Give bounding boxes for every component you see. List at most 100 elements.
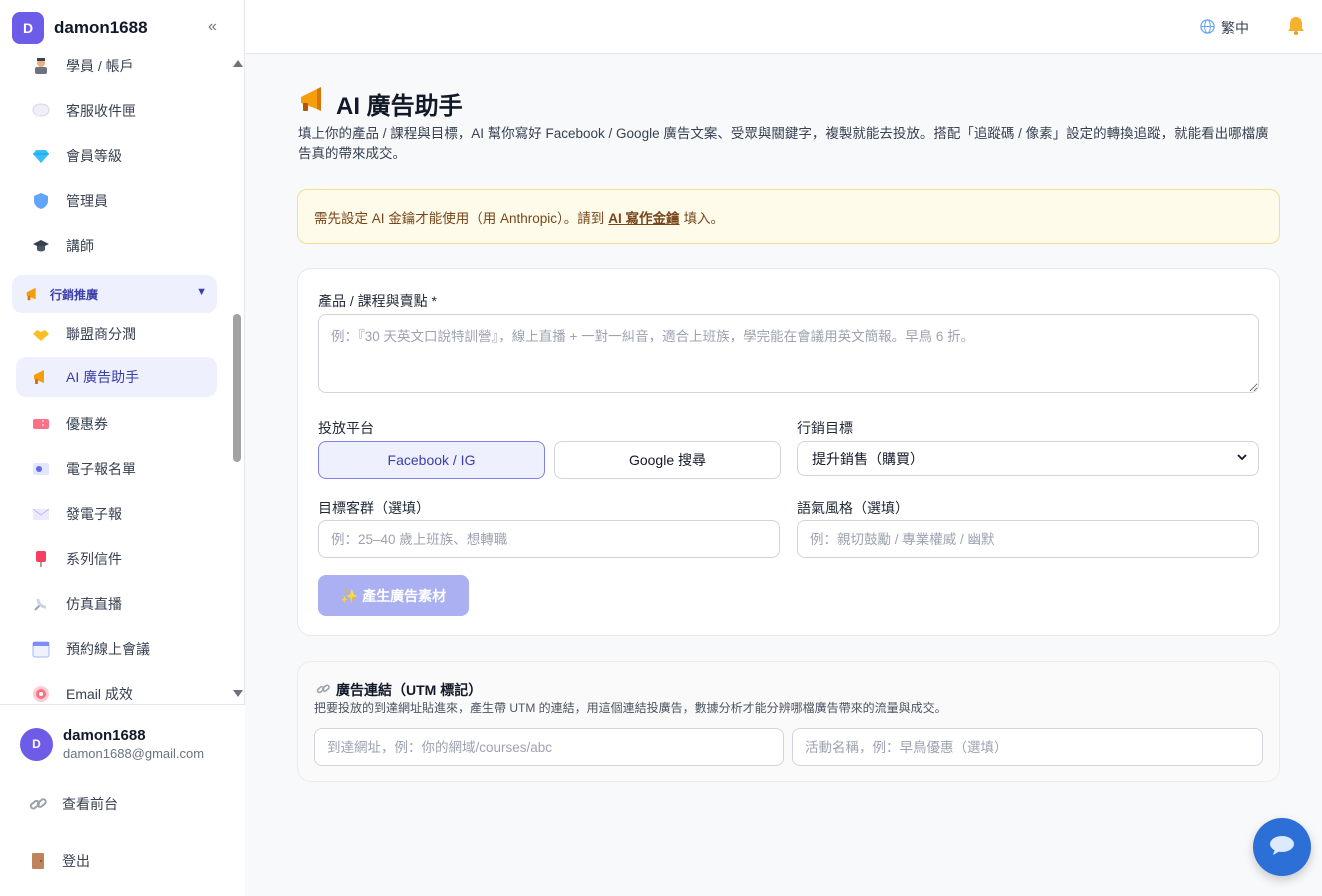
sidebar-item-affiliates[interactable]: 聯盟商分潤 bbox=[16, 314, 217, 354]
audience-input[interactable] bbox=[318, 520, 780, 558]
student-icon bbox=[32, 57, 50, 75]
platform-facebook-button[interactable]: Facebook / IG bbox=[318, 441, 545, 479]
sidebar-item-label: 優惠券 bbox=[66, 416, 108, 432]
chat-support-button[interactable] bbox=[1253, 818, 1311, 876]
brand-name: damon1688 bbox=[54, 18, 148, 37]
sidebar-item-label: 系列信件 bbox=[66, 551, 122, 567]
logout-label: 登出 bbox=[62, 853, 90, 869]
sidebar-item-membership[interactable]: 會員等級 bbox=[16, 136, 217, 176]
scrollbar-thumb[interactable] bbox=[233, 314, 241, 462]
sidebar-item-admins[interactable]: 管理員 bbox=[16, 181, 217, 221]
sidebar-item-label: 電子報名單 bbox=[66, 461, 136, 477]
sidebar-item-label: 客服收件匣 bbox=[66, 103, 136, 119]
goal-label: 行銷目標 bbox=[797, 420, 853, 436]
ticket-icon bbox=[32, 415, 50, 433]
language-switcher[interactable]: 繁中 bbox=[1200, 18, 1249, 38]
sidebar-scrollbar[interactable] bbox=[230, 58, 244, 703]
logout-link[interactable]: 登出 bbox=[28, 851, 90, 871]
topbar: 繁中 bbox=[245, 0, 1322, 54]
audience-label: 目標客群（選填） bbox=[318, 500, 430, 516]
sidebar-item-instructors[interactable]: 講師 bbox=[16, 226, 217, 266]
sidebar-item-label: 聯盟商分潤 bbox=[66, 326, 136, 342]
id-card-icon bbox=[32, 460, 50, 478]
sidebar-item-email-series[interactable]: 系列信件 bbox=[16, 539, 217, 579]
sidebar-item-email-performance[interactable]: Email 成效 bbox=[16, 674, 217, 704]
view-frontend-label: 查看前台 bbox=[62, 796, 118, 812]
tone-input[interactable] bbox=[797, 520, 1259, 558]
door-icon bbox=[28, 852, 48, 870]
user-profile[interactable]: D damon1688 damon1688@gmail.com bbox=[20, 727, 204, 761]
sidebar-section-marketing[interactable]: 行銷推廣 ▼ bbox=[12, 275, 217, 313]
satellite-icon bbox=[32, 595, 50, 613]
sidebar-item-send-newsletter[interactable]: 發電子報 bbox=[16, 494, 217, 534]
link-icon bbox=[316, 682, 330, 699]
shield-icon bbox=[32, 192, 50, 210]
megaphone-icon bbox=[24, 285, 42, 303]
ai-key-settings-link[interactable]: AI 寫作金鑰 bbox=[608, 207, 679, 227]
goal-selected-value: 提升銷售（購買） bbox=[812, 450, 924, 467]
sidebar: D damon1688 « 學員 / 帳戶 客服收件匣 會員等級 管理員 講師 … bbox=[0, 0, 245, 896]
link-icon bbox=[28, 795, 48, 813]
user-email: damon1688@gmail.com bbox=[63, 746, 205, 761]
utm-link-section: 廣告連結（UTM 標記） 把要投放的到達網址貼進來，產生帶 UTM 的連結，用這… bbox=[297, 661, 1280, 782]
generate-ads-button[interactable]: ✨ 產生廣告素材 bbox=[318, 575, 469, 616]
target-icon bbox=[32, 685, 50, 703]
sidebar-item-ai-ads[interactable]: AI 廣告助手 bbox=[16, 357, 217, 397]
sidebar-item-students[interactable]: 學員 / 帳戶 bbox=[16, 46, 217, 86]
page-description: 填上你的產品 / 課程與目標，AI 幫你寫好 Facebook / Google… bbox=[298, 126, 1269, 161]
sidebar-item-label: 會員等級 bbox=[66, 148, 122, 164]
bell-icon[interactable] bbox=[1286, 15, 1306, 40]
view-frontend-link[interactable]: 查看前台 bbox=[28, 794, 118, 814]
sidebar-item-label: 仿真直播 bbox=[66, 596, 122, 612]
sidebar-item-label: 管理員 bbox=[66, 193, 108, 209]
handshake-icon bbox=[32, 325, 50, 343]
utm-description: 把要投放的到達網址貼進來，產生帶 UTM 的連結，用這個連結投廣告，數據分析才能… bbox=[314, 701, 947, 715]
sidebar-nav: 學員 / 帳戶 客服收件匣 會員等級 管理員 講師 行銷推廣 ▼ 聯盟商分潤 A… bbox=[0, 44, 230, 704]
alert-text-prefix: 需先設定 AI 金鑰才能使用（用 Anthropic）。請到 bbox=[314, 210, 605, 226]
sidebar-item-label: 預約線上會議 bbox=[66, 641, 150, 657]
brand-avatar: D bbox=[12, 12, 44, 44]
calendar-icon bbox=[32, 640, 50, 658]
campaign-name-input[interactable] bbox=[792, 728, 1263, 766]
sidebar-item-simulated-live[interactable]: 仿真直播 bbox=[16, 584, 217, 624]
sidebar-item-label: 講師 bbox=[66, 238, 94, 254]
envelope-icon bbox=[32, 505, 50, 523]
sidebar-footer: D damon1688 damon1688@gmail.com 查看前台 登出 bbox=[0, 704, 245, 896]
sidebar-section-label: 行銷推廣 bbox=[50, 287, 99, 302]
platform-google-button[interactable]: Google 搜尋 bbox=[554, 441, 781, 479]
product-label: 產品 / 課程與賣點 * bbox=[318, 293, 438, 309]
collapse-sidebar-button[interactable]: « bbox=[208, 18, 217, 36]
chevron-down-icon: ▼ bbox=[196, 286, 207, 298]
user-name: damon1688 bbox=[63, 727, 146, 744]
platform-label: 投放平台 bbox=[318, 420, 374, 436]
page-title-text: AI 廣告助手 bbox=[336, 93, 463, 120]
landing-url-input[interactable] bbox=[314, 728, 784, 766]
megaphone-icon bbox=[32, 368, 50, 386]
avatar: D bbox=[20, 727, 53, 761]
tone-label: 語氣風格（選填） bbox=[797, 500, 909, 516]
alert-text-suffix: 填入。 bbox=[683, 210, 725, 226]
globe-icon bbox=[1200, 18, 1215, 38]
sidebar-item-label: 發電子報 bbox=[66, 506, 122, 522]
megaphone-icon bbox=[298, 87, 326, 120]
mailbox-icon bbox=[32, 550, 50, 568]
sidebar-item-support-inbox[interactable]: 客服收件匣 bbox=[16, 91, 217, 131]
graduation-cap-icon bbox=[32, 237, 50, 255]
scroll-up-arrow-icon[interactable] bbox=[233, 60, 243, 67]
sidebar-item-coupons[interactable]: 優惠券 bbox=[16, 404, 217, 444]
sidebar-item-label: 學員 / 帳戶 bbox=[66, 58, 134, 74]
goal-select[interactable]: 提升銷售（購買） bbox=[797, 441, 1259, 476]
page-title: AI 廣告助手 bbox=[298, 86, 463, 121]
sidebar-item-label: Email 成效 bbox=[66, 686, 133, 702]
utm-title-text: 廣告連結（UTM 標記） bbox=[336, 682, 483, 698]
chevron-down-icon bbox=[1236, 451, 1248, 466]
chat-bubble-icon bbox=[1269, 834, 1295, 861]
sidebar-item-newsletter-list[interactable]: 電子報名單 bbox=[16, 449, 217, 489]
api-key-alert: 需先設定 AI 金鑰才能使用（用 Anthropic）。請到 AI 寫作金鑰 填… bbox=[297, 189, 1280, 244]
product-textarea[interactable] bbox=[318, 314, 1259, 393]
scroll-down-arrow-icon[interactable] bbox=[233, 690, 243, 697]
sidebar-item-label: AI 廣告助手 bbox=[66, 369, 140, 385]
diamond-icon bbox=[32, 147, 50, 165]
utm-title: 廣告連結（UTM 標記） bbox=[316, 680, 482, 700]
sidebar-item-book-meeting[interactable]: 預約線上會議 bbox=[16, 629, 217, 669]
